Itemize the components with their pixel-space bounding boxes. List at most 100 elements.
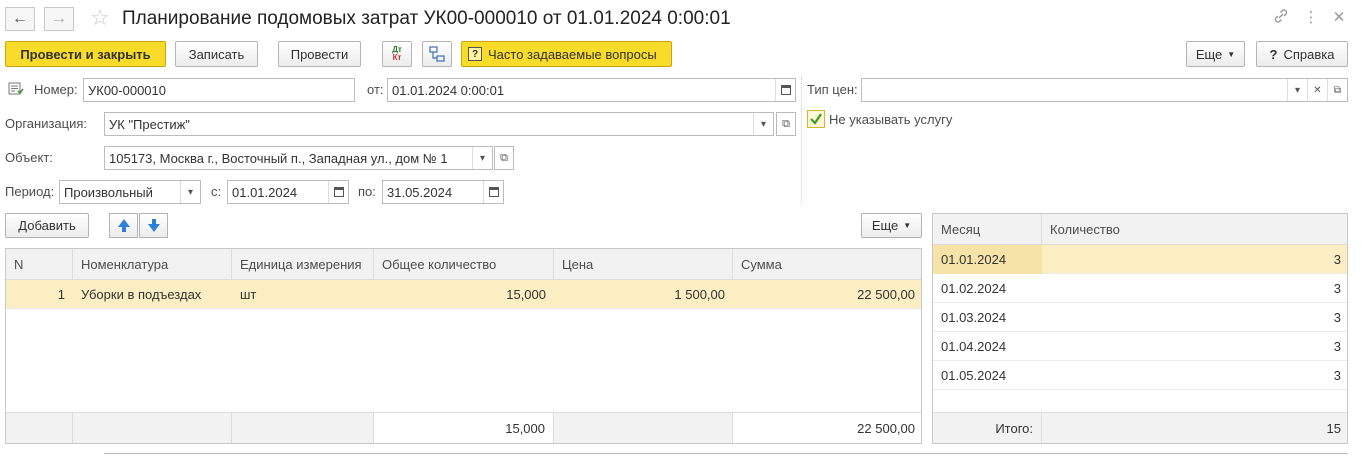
cell-n: 1 [57, 287, 65, 302]
cell-sum: 22 500,00 [857, 287, 915, 302]
footer-cell-empty [73, 413, 232, 443]
dt-kt-button[interactable]: Дт Кт [382, 41, 412, 67]
no-service-checkbox[interactable] [807, 110, 825, 128]
arrow-up-icon [117, 219, 130, 232]
to-label: по: [358, 184, 376, 199]
months-table[interactable]: Месяц Количество 01.01.2024 3 01.02.2024… [932, 213, 1348, 444]
date-label: от: [367, 82, 384, 97]
object-field[interactable]: 105173, Москва г., Восточный п., Западна… [104, 146, 493, 170]
post-and-close-button[interactable]: Провести и закрыть [5, 41, 166, 67]
from-label: с: [211, 184, 222, 199]
cell-month: 01.03.2024 [941, 310, 1007, 325]
cell-quantity: 3 [1333, 252, 1341, 267]
column-header-quantity[interactable]: Количество [1042, 214, 1347, 245]
column-header-n[interactable]: N [6, 249, 73, 280]
date-field[interactable]: 01.01.2024 0:00:01 [387, 78, 796, 102]
post-and-close-label: Провести и закрыть [20, 46, 151, 62]
more-button[interactable]: Еще ▼ [1186, 41, 1245, 67]
move-down-button[interactable] [139, 213, 168, 238]
cell-price: 1 500,00 [674, 287, 725, 302]
organization-dropdown[interactable]: ▾ [753, 113, 773, 135]
favorite-star-icon[interactable]: ☆ [90, 6, 110, 30]
open-icon: ⧉ [500, 151, 508, 164]
items-more-label: Еще [871, 218, 899, 233]
calendar-button[interactable] [775, 79, 795, 101]
object-value: 105173, Москва г., Восточный п., Западна… [109, 150, 448, 166]
column-header-qty[interactable]: Общее количество [374, 249, 554, 280]
organization-label: Организация: [5, 116, 88, 131]
items-table-footer: 15,000 22 500,00 [6, 412, 921, 443]
object-open-button[interactable]: ⧉ [494, 146, 514, 170]
organization-value: УК "Престиж" [109, 116, 190, 132]
months-table-header: Месяц Количество [933, 214, 1347, 245]
post-label: Провести [290, 46, 349, 62]
cell-unit: шт [240, 287, 257, 302]
back-button[interactable]: ← [5, 7, 35, 31]
organization-field[interactable]: УК "Престиж" ▾ [104, 112, 774, 136]
items-table[interactable]: N Номенклатура Единица измерения Общее к… [5, 248, 922, 444]
items-table-header: N Номенклатура Единица измерения Общее к… [6, 249, 921, 280]
period-select[interactable]: Произвольный ▾ [59, 180, 201, 204]
chevron-down-icon: ▾ [760, 118, 767, 130]
move-up-button[interactable] [109, 213, 138, 238]
items-more-button[interactable]: Еще ▼ [861, 213, 922, 238]
table-row[interactable]: 01.01.2024 3 [933, 245, 1347, 274]
forward-arrow-icon: → [51, 10, 67, 27]
calendar-button[interactable] [328, 181, 348, 203]
price-type-dropdown[interactable]: ▾ [1287, 79, 1307, 101]
post-button[interactable]: Провести [278, 41, 361, 67]
cell-quantity: 3 [1333, 281, 1341, 296]
chevron-down-icon: ▾ [1294, 84, 1301, 96]
help-button[interactable]: ? Справка [1256, 41, 1348, 67]
cell-month: 01.04.2024 [941, 339, 1007, 354]
faq-button[interactable]: ? Часто задаваемые вопросы [461, 41, 672, 67]
arrow-down-icon [147, 219, 160, 232]
calendar-icon [780, 85, 791, 95]
cell-quantity: 3 [1333, 339, 1341, 354]
add-label: Добавить [18, 218, 76, 233]
table-row[interactable]: 01.05.2024 3 [933, 361, 1347, 390]
page-title: Планирование подомовых затрат УК00-00001… [122, 8, 731, 29]
table-row[interactable]: 01.04.2024 3 [933, 332, 1347, 361]
organization-open-button[interactable]: ⧉ [776, 112, 796, 136]
period-value: Произвольный [64, 184, 153, 200]
add-button[interactable]: Добавить [5, 213, 89, 238]
price-type-clear[interactable]: ✕ [1307, 79, 1327, 101]
more-vertical-icon[interactable]: ⋮ [1301, 8, 1321, 28]
column-header-price[interactable]: Цена [554, 249, 733, 280]
column-header-item[interactable]: Номенклатура [73, 249, 232, 280]
chevron-down-icon: ▾ [479, 152, 486, 164]
object-dropdown[interactable]: ▾ [472, 147, 492, 169]
footer-cell-empty [554, 413, 733, 443]
calendar-icon [488, 187, 499, 197]
chevron-down-icon: ▾ [187, 186, 194, 198]
column-header-sum[interactable]: Сумма [733, 249, 921, 280]
period-dropdown[interactable]: ▾ [180, 181, 200, 203]
write-label: Записать [188, 46, 245, 62]
table-row[interactable]: 01.02.2024 3 [933, 274, 1347, 303]
forward-button[interactable]: → [44, 7, 74, 31]
help-label: Справка [1283, 46, 1335, 62]
link-icon[interactable] [1271, 8, 1291, 30]
column-divider [801, 76, 802, 204]
cell-quantity: 3 [1333, 368, 1341, 383]
price-type-field[interactable]: ▾ ✕ ⧉ [861, 78, 1348, 102]
table-row[interactable]: 1 Уборки в подъездах шт 15,000 1 500,00 … [6, 280, 921, 309]
column-header-month[interactable]: Месяц [933, 214, 1042, 245]
structure-button[interactable] [422, 41, 452, 67]
column-header-unit[interactable]: Единица измерения [232, 249, 374, 280]
cell-quantity: 3 [1333, 310, 1341, 325]
question-icon: ? [468, 47, 482, 61]
close-icon[interactable]: ✕ [1329, 8, 1349, 28]
from-date-field[interactable]: 01.01.2024 [227, 180, 349, 204]
footer-cell-empty [6, 413, 73, 443]
to-date-field[interactable]: 31.05.2024 [382, 180, 504, 204]
number-field[interactable]: УК00-000010 [83, 78, 355, 102]
write-button[interactable]: Записать [175, 41, 258, 67]
from-date-value: 01.01.2024 [232, 184, 298, 200]
table-row[interactable]: 01.03.2024 3 [933, 303, 1347, 332]
footer-sum-total: 22 500,00 [733, 413, 921, 443]
cell-month: 01.01.2024 [933, 245, 1042, 274]
calendar-button[interactable] [483, 181, 503, 203]
price-type-open[interactable]: ⧉ [1327, 79, 1347, 101]
